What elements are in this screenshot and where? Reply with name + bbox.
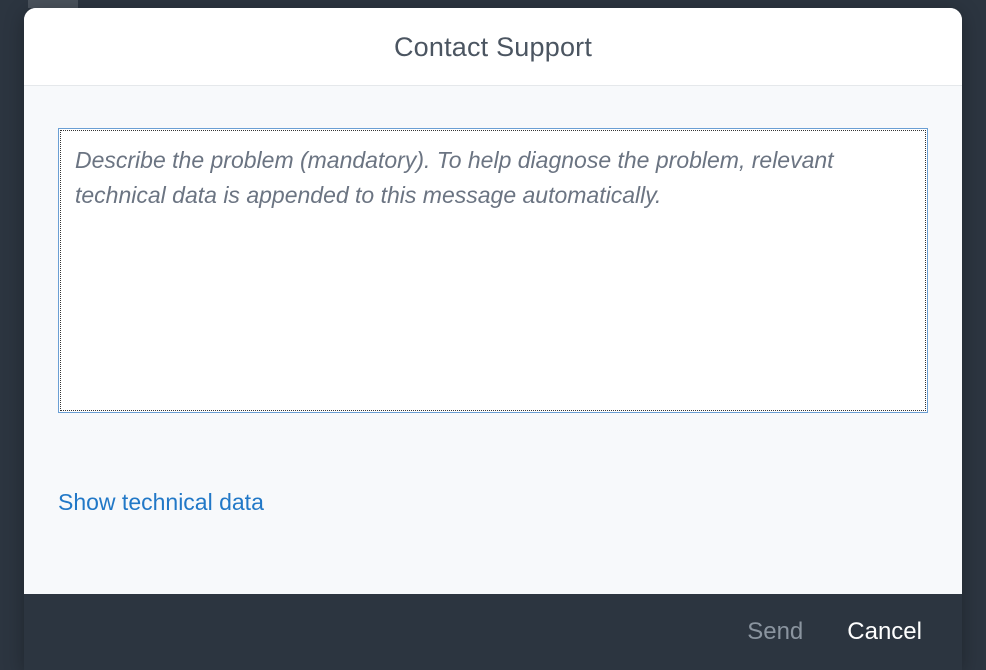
show-technical-data-link[interactable]: Show technical data: [58, 489, 264, 516]
background-tab-fragment: [28, 0, 78, 8]
send-button[interactable]: Send: [747, 618, 803, 646]
cancel-button[interactable]: Cancel: [847, 618, 922, 646]
dialog-footer: Send Cancel: [24, 594, 962, 670]
dialog-header: Contact Support: [24, 8, 962, 86]
dialog-title: Contact Support: [24, 32, 962, 63]
problem-textarea-wrapper: [58, 128, 928, 413]
problem-description-textarea[interactable]: [61, 131, 925, 410]
dialog-body: Show technical data: [24, 86, 962, 594]
contact-support-dialog: Contact Support Show technical data Send…: [24, 8, 962, 670]
